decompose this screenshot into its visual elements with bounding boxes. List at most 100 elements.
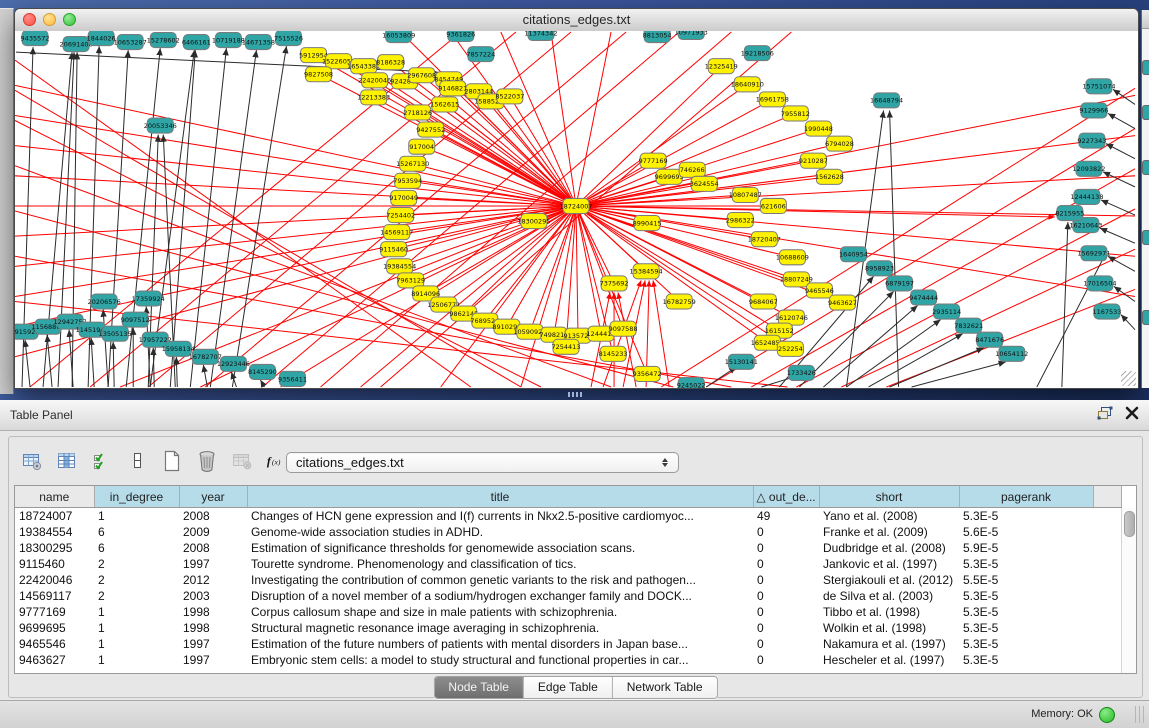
node[interactable]: 2935114 (932, 304, 961, 319)
edge[interactable] (1121, 315, 1135, 330)
table-panel-titlebar[interactable]: Table Panel (0, 400, 1149, 431)
node[interactable]: 6466161 (182, 35, 211, 50)
table-row[interactable]: 2242004622012Investigating the contribut… (15, 572, 1121, 588)
edge[interactable] (912, 362, 1006, 387)
table-row[interactable]: 1830029562008Estimation of significance … (15, 540, 1121, 556)
selected-node[interactable]: 8522037 (495, 89, 524, 104)
table-row[interactable]: 1872400712008Changes of HCN gene express… (15, 508, 1121, 525)
row-height-icon[interactable] (126, 450, 148, 472)
node[interactable]: 17359924 (132, 291, 165, 306)
memory-status-icon[interactable] (1099, 707, 1115, 723)
selected-edge[interactable] (411, 206, 576, 280)
selected-node[interactable]: 12325419 (705, 59, 738, 74)
node[interactable]: 10653287 (114, 35, 147, 50)
selected-node[interactable]: 7254402 (386, 207, 415, 222)
node[interactable]: 10971933 (675, 31, 708, 40)
node[interactable]: 9227343 (1077, 133, 1106, 148)
selected-edge[interactable] (445, 104, 576, 206)
selected-node[interactable]: 7953594 (393, 173, 422, 188)
node[interactable]: 8958923 (865, 261, 894, 276)
selected-node[interactable]: 746266 (679, 162, 705, 177)
selected-node[interactable]: 9684067 (749, 294, 778, 309)
edge[interactable] (231, 372, 236, 387)
node[interactable]: 12093822 (1072, 161, 1105, 176)
scrollbar-thumb[interactable] (1124, 511, 1135, 537)
column-header-name[interactable]: name (15, 486, 94, 508)
edge[interactable] (113, 342, 114, 387)
node[interactable]: 20053346 (144, 118, 177, 133)
selected-node[interactable]: 18640910 (731, 77, 764, 92)
table-vertical-scrollbar[interactable] (1121, 508, 1136, 673)
node[interactable]: 9097512 (121, 312, 150, 327)
selected-node[interactable]: 6794028 (825, 136, 854, 151)
selected-node[interactable]: 9356472 (633, 366, 662, 381)
edge[interactable] (176, 357, 177, 387)
node[interactable]: 7857224 (466, 47, 495, 62)
table-row[interactable]: 969969511998Structural magnetic resonanc… (15, 620, 1121, 636)
edge[interactable] (1101, 200, 1135, 215)
selected-node[interactable]: 9115460 (379, 242, 408, 257)
node[interactable]: 1640954 (839, 247, 868, 262)
node[interactable]: 6879197 (885, 276, 914, 291)
column-visibility-icon[interactable] (56, 450, 78, 472)
node[interactable]: 12444138 (1070, 189, 1103, 204)
node[interactable]: 16053809 (382, 31, 415, 43)
node[interactable]: 12923446 (217, 356, 250, 371)
table-row[interactable]: 946362711997Embryonic stem cells: a mode… (15, 652, 1121, 668)
selected-node[interactable]: 10807487 (729, 187, 762, 202)
node[interactable]: 7515526 (274, 31, 303, 46)
column-header-indegree[interactable]: in_degree (94, 486, 179, 508)
attribute-table[interactable]: namein_degreeyeartitle△ out_de...shortpa… (14, 485, 1137, 674)
selected-node[interactable]: 14569117 (380, 225, 413, 240)
node[interactable]: 1733426 (787, 365, 816, 380)
edge[interactable] (232, 46, 286, 387)
selected-node[interactable]: 8145233 (599, 346, 628, 361)
column-header-short[interactable]: short (819, 486, 959, 508)
selected-node[interactable]: 1990448 (804, 121, 833, 136)
selected-node[interactable]: 9465546 (805, 283, 834, 298)
node[interactable]: 10719188 (212, 33, 245, 48)
selected-node[interactable]: 7254413 (551, 339, 580, 354)
selected-node[interactable]: 9827508 (304, 67, 333, 82)
selected-edge[interactable] (15, 166, 611, 387)
network-graph[interactable]: 9435572206914061844026106532871527860264… (15, 31, 1138, 388)
function-builder-icon[interactable]: f (x) (266, 450, 288, 472)
selected-node[interactable]: 9210287 (799, 153, 828, 168)
column-header-pagerank[interactable]: pagerank (959, 486, 1093, 508)
node[interactable]: 15130141 (725, 354, 758, 369)
edge[interactable] (47, 335, 52, 387)
table-row[interactable]: 946554611997Estimation of the future num… (15, 636, 1121, 652)
selected-edge[interactable] (15, 176, 576, 206)
selected-node[interactable]: 621606 (760, 198, 786, 213)
window-resize-grip[interactable] (1121, 371, 1136, 386)
column-header-year[interactable]: year (179, 486, 247, 508)
network-canvas[interactable]: 9435572206914061844026106532871527860264… (15, 31, 1138, 388)
node[interactable]: 8215955 (1055, 205, 1084, 220)
table-row[interactable]: 1456911722003Disruption of a novel membe… (15, 588, 1121, 604)
selected-node[interactable]: 16782759 (663, 294, 696, 309)
table-row[interactable]: 911546021997Tourette syndrome. Phenomeno… (15, 556, 1121, 572)
selected-node[interactable]: 3624554 (690, 176, 719, 191)
edge[interactable] (260, 380, 264, 387)
edge[interactable] (890, 110, 899, 387)
node[interactable]: 15692971 (1077, 246, 1110, 261)
selected-edge[interactable] (453, 88, 576, 206)
selected-node[interactable]: 917004 (409, 139, 435, 154)
selected-node[interactable]: 7375692 (600, 276, 629, 291)
selected-node[interactable]: 15384594 (630, 264, 663, 279)
edge[interactable] (203, 365, 207, 387)
float-window-icon[interactable] (1097, 406, 1113, 425)
node[interactable]: 8145290 (248, 364, 277, 379)
node[interactable]: 9474444 (909, 290, 938, 305)
node[interactable]: 15751074 (1082, 79, 1115, 94)
selected-node[interactable]: 18720407 (748, 232, 781, 247)
selected-node[interactable]: 9463627 (828, 295, 857, 310)
selected-edge[interactable] (576, 206, 623, 329)
selected-node[interactable]: 15267130 (396, 156, 429, 171)
selected-node[interactable]: 9097588 (609, 321, 638, 336)
node[interactable]: 1167533 (1092, 304, 1121, 319)
node[interactable]: 1844026 (87, 31, 116, 46)
selected-node[interactable]: 19384554 (383, 259, 416, 274)
selected-node[interactable]: 9170049 (389, 190, 418, 205)
selected-node[interactable]: 9146821 (438, 81, 467, 96)
